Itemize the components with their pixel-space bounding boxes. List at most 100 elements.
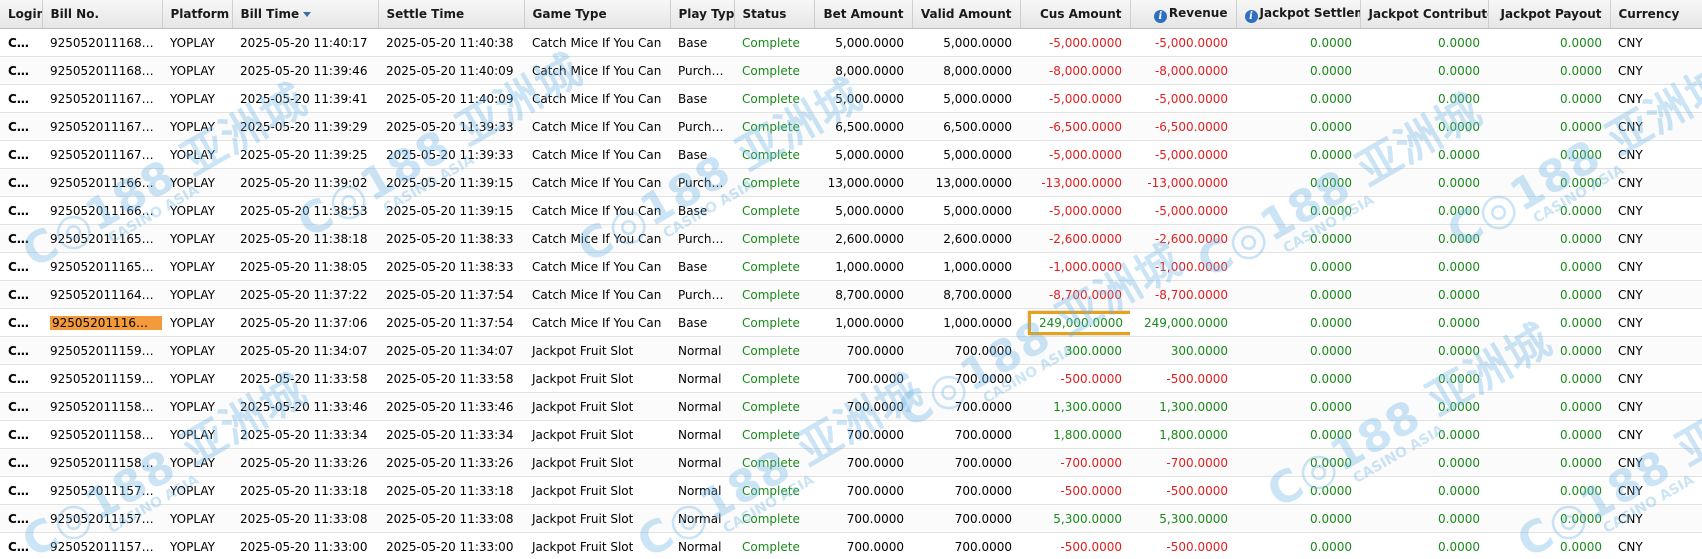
revenue-cell: -500.0000 — [1130, 364, 1236, 393]
table-row[interactable]: CA... 9250520111578698 YOPLAY 2025-05-20 11… — [0, 476, 1702, 505]
settle-time-cell: 2025-05-20 11:33:46 — [378, 392, 524, 421]
platform-type-cell: YOPLAY — [162, 28, 232, 57]
column-header-jackpot-payout[interactable]: Jackpot Payout — [1488, 0, 1611, 29]
play-type-cell: Base — [670, 28, 734, 57]
platform-type-cell: YOPLAY — [162, 280, 232, 309]
currency-cell: CNY — [1610, 224, 1702, 253]
column-header-revenue[interactable]: i Revenue — [1130, 0, 1237, 29]
bill-time-cell: 2025-05-20 11:37:06 — [232, 308, 378, 337]
login-id-cell: CA... — [0, 308, 42, 337]
platform-type-cell: YOPLAY — [162, 448, 232, 477]
bill-no-cell: 9250520111654897 — [42, 252, 162, 281]
bill-time-cell: 2025-05-20 11:34:07 — [232, 336, 378, 365]
table-row[interactable]: CA... 9250520111592211 YOPLAY 2025-05-20 11… — [0, 336, 1702, 365]
cus-amount-cell: -8,000.0000 — [1020, 56, 1130, 85]
play-type-cell: Purchas... — [670, 56, 734, 85]
currency-cell: CNY — [1610, 168, 1702, 197]
platform-type-cell: YOPLAY — [162, 476, 232, 505]
column-header-jackpot-contribute[interactable]: Jackpot Contribute — [1360, 0, 1489, 29]
column-header-settle-time[interactable]: Settle Time — [378, 0, 525, 29]
bill-no-cell: 9250520111586731 — [42, 392, 162, 421]
column-header-cus-amount[interactable]: Cus Amount — [1020, 0, 1131, 29]
jackpot-contribute-cell: 0.0000 — [1360, 168, 1488, 197]
table-row[interactable]: CA... 9250520111668885 YOPLAY 2025-05-20 11… — [0, 168, 1702, 197]
jackpot-payout-cell: 0.0000 — [1488, 392, 1610, 421]
column-header-bet-amount[interactable]: Bet Amount — [814, 0, 913, 29]
bill-no-cell: 9250520111592211 — [42, 336, 162, 365]
table-row[interactable]: CA... 9250520111666689 YOPLAY 2025-05-20 11… — [0, 196, 1702, 225]
valid-amount-cell: 700.0000 — [912, 392, 1020, 421]
jackpot-contribute-cell: 0.0000 — [1360, 56, 1488, 85]
table-row[interactable]: CA... 9250520111574589 YOPLAY 2025-05-20 11… — [0, 532, 1702, 559]
sort-descending-icon[interactable] — [303, 12, 312, 17]
table-row[interactable]: CA... 9250520111581603 YOPLAY 2025-05-20 11… — [0, 448, 1702, 477]
info-icon[interactable]: i — [1153, 9, 1167, 23]
column-header-bill-time[interactable]: Bill Time — [232, 0, 379, 29]
valid-amount-cell: 1,000.0000 — [912, 308, 1020, 337]
column-header-valid-amount[interactable]: Valid Amount — [912, 0, 1021, 29]
table-row[interactable]: CA... 9250520111639892 YOPLAY 2025-05-20 11… — [0, 308, 1702, 337]
jackpot-payout-cell: 0.0000 — [1488, 336, 1610, 365]
highlighted-bill-no: 9250520111639892 — [50, 315, 162, 330]
valid-amount-cell: 5,000.0000 — [912, 84, 1020, 113]
table-row[interactable]: CA... 9250520111654897 YOPLAY 2025-05-20 11… — [0, 252, 1702, 281]
info-icon[interactable]: i — [1244, 9, 1258, 23]
platform-type-cell: YOPLAY — [162, 504, 232, 533]
table-row[interactable]: CA... 9250520111586731 YOPLAY 2025-05-20 11… — [0, 392, 1702, 421]
table-row[interactable]: CA... 9250520111675249 YOPLAY 2025-05-20 11… — [0, 140, 1702, 169]
column-header-game-type[interactable]: Game Type — [524, 0, 671, 29]
jackpot-contribute-cell: 0.0000 — [1360, 112, 1488, 141]
valid-amount-cell: 700.0000 — [912, 504, 1020, 533]
column-header-label: Jackpot Contribute — [1368, 7, 1488, 21]
table-row[interactable]: CA... 9250520111644533 YOPLAY 2025-05-20 11… — [0, 280, 1702, 309]
valid-amount-cell: 8,700.0000 — [912, 280, 1020, 309]
bet-amount-cell: 700.0000 — [814, 336, 912, 365]
column-header-login-i[interactable]: Login I — [0, 0, 43, 29]
valid-amount-cell: 5,000.0000 — [912, 140, 1020, 169]
revenue-cell: -5,000.0000 — [1130, 84, 1236, 113]
jackpot-contribute-cell: 0.0000 — [1360, 504, 1488, 533]
play-type-cell: Purchas... — [670, 224, 734, 253]
status-cell: Complete — [734, 504, 814, 533]
jackpot-contribute-cell: 0.0000 — [1360, 28, 1488, 57]
table-row[interactable]: CA... 9250520111583618 YOPLAY 2025-05-20 11… — [0, 420, 1702, 449]
jackpot-payout-cell: 0.0000 — [1488, 252, 1610, 281]
table-row[interactable]: CA... 9250520111679666 YOPLAY 2025-05-20 11… — [0, 84, 1702, 113]
login-id-cell: CA... — [0, 168, 42, 197]
play-type-cell: Normal — [670, 504, 734, 533]
column-header-bill-no[interactable]: Bill No. — [42, 0, 163, 29]
status-cell: Complete — [734, 476, 814, 505]
table-row[interactable]: CA... 9250520111576924 YOPLAY 2025-05-20 11… — [0, 504, 1702, 533]
table-row[interactable]: CA... 9250520111689196 YOPLAY 2025-05-20 11… — [0, 28, 1702, 57]
revenue-cell: 5,300.0000 — [1130, 504, 1236, 533]
bill-time-cell: 2025-05-20 11:40:17 — [232, 28, 378, 57]
cus-amount-cell: -500.0000 — [1020, 364, 1130, 393]
valid-amount-cell: 5,000.0000 — [912, 28, 1020, 57]
table-row[interactable]: CA... 9250520111676096 YOPLAY 2025-05-20 11… — [0, 112, 1702, 141]
game-type-cell: Jackpot Fruit Slot — [524, 420, 670, 449]
cus-amount-cell: -500.0000 — [1020, 476, 1130, 505]
column-header-currency[interactable]: Currency — [1610, 0, 1702, 29]
jackpot-settlement-cell: 0.0000 — [1236, 336, 1360, 365]
login-id-cell: CA... — [0, 196, 42, 225]
column-header-jackpot-settlemer[interactable]: iJackpot Settlemer — [1236, 0, 1361, 29]
bill-time-cell: 2025-05-20 11:38:05 — [232, 252, 378, 281]
column-header-play-type[interactable]: Play Type — [670, 0, 735, 29]
platform-type-cell: YOPLAY — [162, 56, 232, 85]
jackpot-settlement-cell: 0.0000 — [1236, 448, 1360, 477]
table-row[interactable]: CA... 9250520111590162 YOPLAY 2025-05-20 11… — [0, 364, 1702, 393]
table-row[interactable]: CA... 9250520111658414 YOPLAY 2025-05-20 11… — [0, 224, 1702, 253]
settle-time-cell: 2025-05-20 11:40:09 — [378, 56, 524, 85]
jackpot-contribute-cell: 0.0000 — [1360, 280, 1488, 309]
column-header-platform-t[interactable]: Platform T — [162, 0, 233, 29]
platform-type-cell: YOPLAY — [162, 140, 232, 169]
bill-no-cell: 9250520111574589 — [42, 532, 162, 559]
column-header-status[interactable]: Status — [734, 0, 815, 29]
revenue-cell: -6,500.0000 — [1130, 112, 1236, 141]
column-header-label: Revenue — [1168, 5, 1228, 20]
table-row[interactable]: CA... 9250520111681156 YOPLAY 2025-05-20 11… — [0, 56, 1702, 85]
bet-amount-cell: 700.0000 — [814, 392, 912, 421]
bill-no-cell: 9250520111581603 — [42, 448, 162, 477]
cus-amount-cell: 300.0000 — [1020, 336, 1130, 365]
jackpot-contribute-cell: 0.0000 — [1360, 224, 1488, 253]
